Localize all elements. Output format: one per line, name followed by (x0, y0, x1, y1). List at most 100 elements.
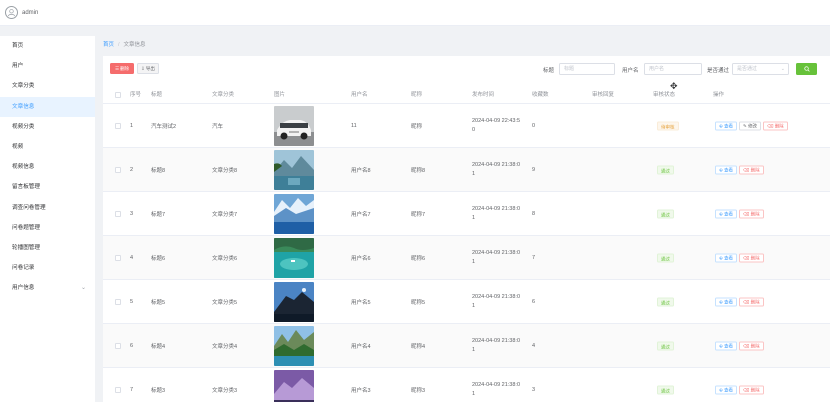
row-checkbox[interactable] (115, 343, 121, 349)
title-filter-input[interactable]: 标题 (559, 63, 615, 75)
sidebar-item-label: 调查问卷管理 (12, 204, 46, 211)
column-header: 文章分类 (212, 92, 235, 98)
article-image[interactable] (274, 282, 314, 322)
row-checkbox[interactable] (115, 211, 121, 217)
row-checkbox[interactable] (115, 167, 121, 173)
publish-time-line1: 2024-04-09 21:38:0 (472, 381, 521, 388)
delete-button-label: 删除 (774, 123, 784, 128)
sidebar-item-label: 文章信息 (12, 103, 35, 110)
row-nickname: 昵称8 (411, 167, 426, 174)
user-filter-label: 用户名 (622, 68, 639, 74)
sidebar-item[interactable]: 问卷题管理 (0, 218, 95, 238)
delete-button[interactable]: ⌫ 删除 (763, 121, 788, 130)
delete-button-label: 删除 (750, 387, 760, 392)
row-index: 7 (130, 386, 134, 393)
delete-button[interactable]: ⌫ 删除 (739, 209, 764, 218)
sidebar-item-label: 视频信息 (12, 164, 35, 171)
row-checkbox[interactable] (115, 387, 121, 393)
breadcrumb-home[interactable]: 首页 (103, 42, 114, 48)
status-badge: 通过 (657, 297, 674, 306)
publish-time-line2: 1 (472, 214, 476, 221)
publish-time-line1: 2024-04-09 21:38:0 (472, 161, 521, 168)
sidebar-item[interactable]: 视频信息 (0, 157, 95, 177)
row-favorites: 8 (532, 210, 536, 217)
article-image[interactable] (274, 106, 314, 146)
edit-button[interactable]: ✎ 修改 (739, 121, 762, 130)
article-image[interactable] (274, 370, 314, 402)
delete-button-label: 删除 (750, 211, 760, 216)
row-title: 标题6 (151, 255, 166, 262)
view-button[interactable]: ⊕ 查看 (715, 253, 738, 262)
view-button[interactable]: ⊕ 查看 (715, 121, 738, 130)
sidebar-item[interactable]: 视频 (0, 137, 95, 157)
sidebar-item[interactable]: 视频分类 (0, 117, 95, 137)
table-row: 6 标题4 文章分类4 用户名4 昵称4 4 2024-04-09 21:38:0 1 通过 ⊕ … (103, 324, 830, 368)
sidebar-item[interactable]: 用户信息 ⌄ (0, 278, 95, 298)
view-button-label: 查看 (724, 343, 734, 348)
delete-button[interactable]: ⌫ 删除 (739, 165, 764, 174)
publish-time-line1: 2024-04-09 21:38:0 (472, 249, 521, 256)
row-checkbox[interactable] (115, 255, 121, 261)
row-username: 用户名6 (351, 255, 371, 262)
view-button[interactable]: ⊕ 查看 (715, 297, 738, 306)
row-publish-time: 2024-04-09 21:38:0 1 (472, 161, 520, 179)
trash-icon: ⌫ (743, 211, 751, 216)
table-row: 5 标题5 文章分类5 用户名5 昵称5 6 2024-04-09 21:38:0 1 通过 ⊕ … (103, 280, 830, 324)
user-filter-placeholder: 用户名 (649, 66, 665, 72)
delete-button[interactable]: ⌫ 删除 (739, 385, 764, 394)
review-filter-label: 是否通过 (707, 68, 730, 74)
sidebar-item[interactable]: 用户 (0, 56, 95, 76)
avatar[interactable] (5, 6, 18, 19)
batch-delete-button[interactable]: ☰ 删除 (110, 63, 134, 74)
column-header: 昵称 (411, 92, 423, 98)
delete-button[interactable]: ⌫ 删除 (739, 297, 764, 306)
article-image[interactable] (274, 194, 314, 234)
user-filter-input[interactable]: 用户名 (644, 63, 702, 75)
sidebar-item[interactable]: 问卷记录 (0, 258, 95, 278)
status-badge: 通过 (657, 253, 674, 262)
row-publish-time: 2024-04-09 21:38:0 1 (472, 205, 520, 223)
sidebar-item[interactable]: 轮播图管理 (0, 238, 95, 258)
view-button-label: 查看 (724, 255, 734, 260)
sidebar-item-label: 首页 (12, 43, 24, 49)
export-button[interactable]: ⇩ 导出 (137, 63, 159, 74)
view-button-label: 查看 (724, 167, 734, 172)
delete-button[interactable]: ⌫ 删除 (739, 253, 764, 262)
sidebar-item[interactable]: 首页 (0, 36, 95, 56)
sidebar-item-label: 文章分类 (12, 83, 35, 90)
sidebar-item[interactable]: 调查问卷管理 (0, 198, 95, 218)
row-category: 文章分类3 (212, 387, 238, 394)
view-button[interactable]: ⊕ 查看 (715, 165, 738, 174)
row-favorites: 4 (532, 342, 536, 349)
view-button[interactable]: ⊕ 查看 (715, 341, 738, 350)
sidebar-item[interactable]: 文章信息 (0, 96, 95, 117)
row-favorites: 0 (532, 122, 536, 129)
sidebar-item[interactable]: 文章分类 (0, 76, 95, 96)
row-actions: ⊕ 查看 ⌫ 删除 (715, 297, 764, 306)
row-checkbox[interactable] (115, 299, 121, 305)
row-nickname: 昵称7 (411, 211, 426, 218)
publish-time-line2: 1 (472, 170, 476, 177)
row-favorites: 7 (532, 254, 536, 261)
review-filter-placeholder: 是否通过 (737, 66, 758, 72)
row-publish-time: 2024-04-09 21:38:0 1 (472, 381, 520, 399)
search-icon (803, 66, 810, 72)
view-button[interactable]: ⊕ 查看 (715, 385, 738, 394)
username[interactable]: admin (22, 10, 38, 16)
search-button[interactable] (796, 63, 817, 75)
user-icon (7, 9, 16, 17)
view-button[interactable]: ⊕ 查看 (715, 209, 738, 218)
review-filter-select[interactable]: 是否通过 ⌄ (732, 63, 789, 75)
trash-icon: ⌫ (767, 123, 775, 128)
row-checkbox[interactable] (115, 123, 121, 129)
move-cursor-icon: ✥ (670, 81, 678, 91)
select-all-checkbox[interactable] (115, 92, 121, 98)
article-image[interactable] (274, 150, 314, 190)
article-image[interactable] (274, 238, 314, 278)
row-category: 汽车 (212, 123, 224, 130)
delete-button[interactable]: ⌫ 删除 (739, 341, 764, 350)
publish-time-line1: 2024-04-09 21:38:0 (472, 293, 521, 300)
sidebar-item[interactable]: 留言板管理 (0, 177, 95, 197)
column-header: 用户名 (351, 92, 368, 98)
article-image[interactable] (274, 326, 314, 366)
